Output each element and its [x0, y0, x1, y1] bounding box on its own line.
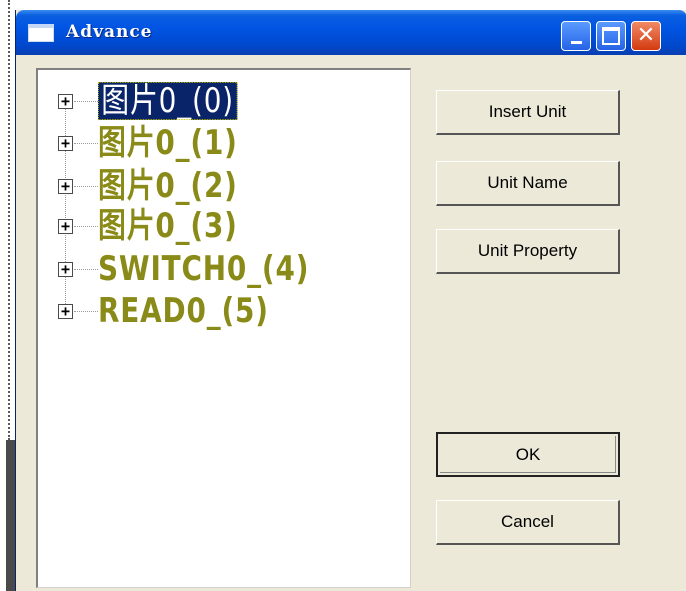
tree-connector [74, 269, 98, 270]
unit-tree-view[interactable]: + 图片0_(0) + 图片0_(1) + 图片0_(2) + 图片0_(3) … [36, 68, 411, 588]
advance-dialog: Advance ✕ + 图片0_(0) + 图片0_(1) + 图片0_(2) [15, 10, 686, 591]
window-title: Advance [66, 22, 153, 42]
tree-connector [74, 143, 98, 144]
unit-property-button[interactable]: Unit Property [436, 229, 620, 274]
tree-item[interactable]: + 图片0_(3) [38, 207, 408, 247]
ok-button[interactable]: OK [436, 432, 620, 477]
minimize-button[interactable] [561, 21, 591, 51]
ok-button-inner-border [440, 436, 616, 473]
background-scroll-strip [6, 440, 15, 591]
tree-item[interactable]: + 图片0_(2) [38, 167, 408, 207]
expand-plus-icon[interactable]: + [58, 94, 73, 109]
maximize-icon [602, 27, 620, 45]
tree-connector [74, 311, 98, 312]
title-bar[interactable]: Advance ✕ [16, 10, 686, 55]
cancel-label: Cancel [501, 512, 554, 531]
tree-item-label[interactable]: 图片0_(2) [98, 167, 238, 205]
tree-item[interactable]: + 图片0_(0) [38, 82, 408, 122]
insert-unit-button[interactable]: Insert Unit [436, 90, 620, 135]
tree-item-label[interactable]: READ0_(5) [98, 292, 269, 330]
close-icon: ✕ [636, 23, 656, 48]
expand-plus-icon[interactable]: + [58, 179, 73, 194]
expand-plus-icon[interactable]: + [58, 262, 73, 277]
unit-property-label: Unit Property [477, 241, 578, 260]
tree-item-label[interactable]: 图片0_(0) [98, 82, 238, 120]
tree-item-label[interactable]: 图片0_(3) [98, 207, 238, 245]
tree-connector [74, 186, 98, 187]
expand-plus-icon[interactable]: + [58, 304, 73, 319]
unit-name-label: Unit Name [487, 173, 568, 192]
expand-plus-icon[interactable]: + [58, 219, 73, 234]
cancel-button[interactable]: Cancel [436, 500, 620, 545]
expand-plus-icon[interactable]: + [58, 136, 73, 151]
tree-item-label[interactable]: 图片0_(1) [98, 124, 238, 162]
maximize-button[interactable] [596, 21, 626, 51]
insert-unit-label: Insert Unit [488, 102, 567, 121]
tree-item[interactable]: + 图片0_(1) [38, 124, 408, 164]
tree-item[interactable]: + READ0_(5) [38, 292, 408, 332]
window-icon [28, 24, 54, 42]
tree-connector [74, 101, 98, 102]
minimize-icon [570, 40, 582, 44]
close-button[interactable]: ✕ [631, 21, 661, 51]
tree-item-label[interactable]: SWITCH0_(4) [98, 250, 309, 288]
unit-name-button[interactable]: Unit Name [436, 161, 620, 206]
background-dotted-margin [8, 0, 10, 440]
tree-connector [74, 226, 98, 227]
tree-item[interactable]: + SWITCH0_(4) [38, 250, 408, 290]
